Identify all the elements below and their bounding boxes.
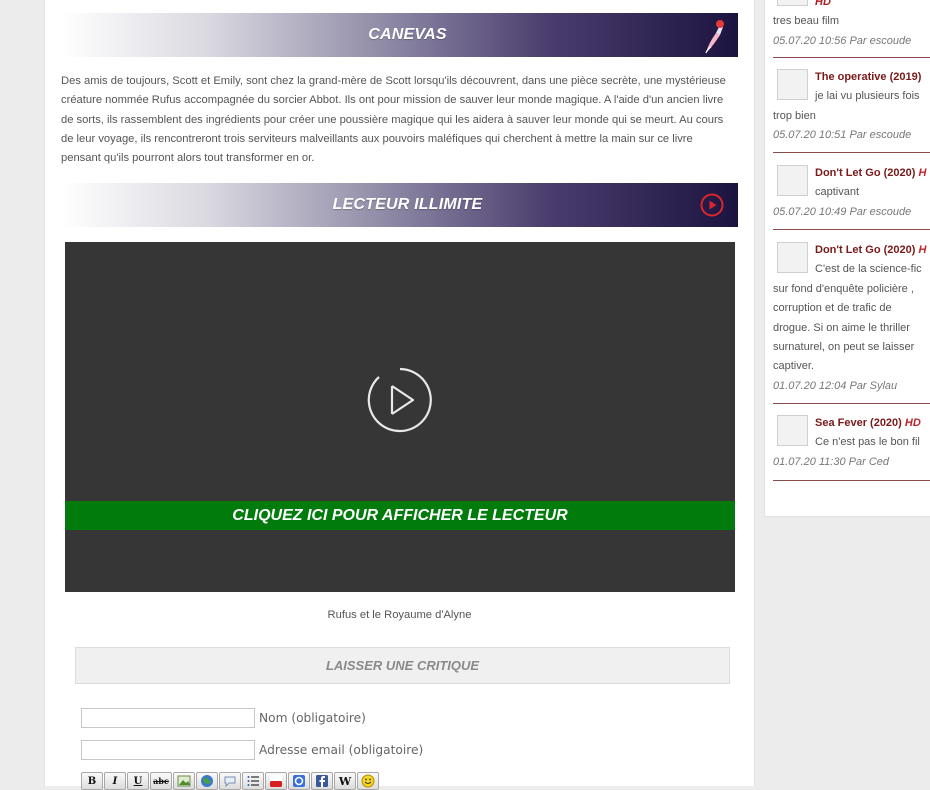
editor-toolbar: B I U abc W bbox=[81, 772, 379, 790]
lecteur-title: LECTEUR ILLIMITE bbox=[332, 196, 483, 213]
comment-item: Don't Let Go (2020) H C'est de la scienc… bbox=[773, 241, 930, 396]
comment-meta: 05.07.20 10:49 Par escoude bbox=[773, 205, 912, 218]
film-link[interactable]: Sea Fever (2020) HD bbox=[815, 417, 921, 429]
canevas-banner: CANEVAS bbox=[61, 13, 738, 57]
avatar bbox=[777, 242, 808, 273]
big-play-icon[interactable] bbox=[367, 367, 433, 433]
canevas-title: CANEVAS bbox=[368, 26, 447, 43]
quill-pen-icon bbox=[705, 20, 724, 54]
divider bbox=[773, 229, 930, 230]
show-player-button[interactable]: CLIQUEZ ICI POUR AFFICHER LE LECTEUR bbox=[65, 501, 735, 530]
link-button[interactable] bbox=[196, 772, 218, 790]
comment-meta: 05.07.20 10:51 Par escoude bbox=[773, 129, 912, 142]
name-label: Nom (obligatoire) bbox=[259, 711, 366, 725]
divider bbox=[773, 152, 930, 153]
comment-text: tres beau film bbox=[773, 15, 840, 28]
avatar bbox=[777, 165, 808, 196]
avatar bbox=[777, 415, 808, 446]
quote-button[interactable] bbox=[219, 772, 241, 790]
wikipedia-button[interactable]: W bbox=[334, 772, 356, 790]
divider bbox=[773, 57, 930, 58]
smiley-button[interactable] bbox=[357, 772, 379, 790]
main-content: CANEVAS Des amis de toujours, Scott et E… bbox=[44, 0, 755, 790]
comment-meta: 05.07.20 10:56 Par escoude bbox=[773, 34, 912, 47]
comment-item: Sea Fever (2020) HD Ce n'est pas le bon … bbox=[773, 414, 930, 472]
comment-item: The operative (2019) je lai vu plusieurs… bbox=[773, 68, 930, 146]
video-caption: Rufus et le Royaume d'Alyne bbox=[327, 609, 472, 621]
comment-text-rest: trop bien bbox=[773, 109, 816, 122]
italic-button[interactable]: I bbox=[104, 772, 126, 790]
name-row: Nom (obligatoire) bbox=[81, 708, 366, 728]
synopsis-text: Des amis de toujours, Scott et Emily, so… bbox=[61, 75, 726, 165]
avatar bbox=[777, 0, 808, 6]
video-player[interactable]: CLIQUEZ ICI POUR AFFICHER LE LECTEUR bbox=[65, 242, 735, 592]
strike-button[interactable]: abc bbox=[150, 772, 172, 790]
italic-icon: I bbox=[112, 775, 118, 787]
comment-item-top: HD tres beau film 05.07.20 10:56 Par esc… bbox=[773, 0, 930, 51]
image-button[interactable] bbox=[173, 772, 195, 790]
underline-button[interactable]: U bbox=[127, 772, 149, 790]
review-header: LAISSER UNE CRITIQUE bbox=[75, 647, 730, 684]
divider bbox=[773, 480, 930, 481]
facebook-button[interactable] bbox=[311, 772, 333, 790]
comment-meta: 01.07.20 12:04 Par Sylau bbox=[773, 379, 898, 392]
comment-meta: 01.07.20 11:30 Par Ced bbox=[773, 455, 889, 468]
film-link[interactable]: Don't Let Go (2020) H bbox=[815, 167, 926, 179]
film-link[interactable]: Don't Let Go (2020) H bbox=[815, 244, 926, 256]
email-label: Adresse email (obligatoire) bbox=[259, 743, 424, 757]
email-input[interactable] bbox=[81, 740, 255, 760]
film-link[interactable]: The operative (2019) bbox=[815, 71, 921, 83]
avatar bbox=[777, 69, 808, 100]
strike-icon: abc bbox=[153, 776, 169, 786]
bold-button[interactable]: B bbox=[81, 772, 103, 790]
play-circle-icon[interactable] bbox=[700, 193, 724, 217]
bold-icon: B bbox=[87, 775, 97, 787]
list-button[interactable] bbox=[242, 772, 264, 790]
youtube-button[interactable] bbox=[265, 772, 287, 790]
underline-icon: U bbox=[133, 775, 143, 787]
email-row: Adresse email (obligatoire) bbox=[81, 740, 423, 760]
latest-comments-sidebar: HD tres beau film 05.07.20 10:56 Par esc… bbox=[764, 0, 930, 517]
comment-item: Don't Let Go (2020) H captivant 05.07.20… bbox=[773, 164, 930, 222]
comment-text-rest: sur fond d'enquête policière , corruptio… bbox=[773, 282, 915, 373]
divider bbox=[773, 403, 930, 404]
google-button[interactable] bbox=[288, 772, 310, 790]
hd-badge: HD bbox=[815, 0, 831, 8]
name-input[interactable] bbox=[81, 708, 255, 728]
lecteur-banner: LECTEUR ILLIMITE bbox=[61, 183, 738, 227]
